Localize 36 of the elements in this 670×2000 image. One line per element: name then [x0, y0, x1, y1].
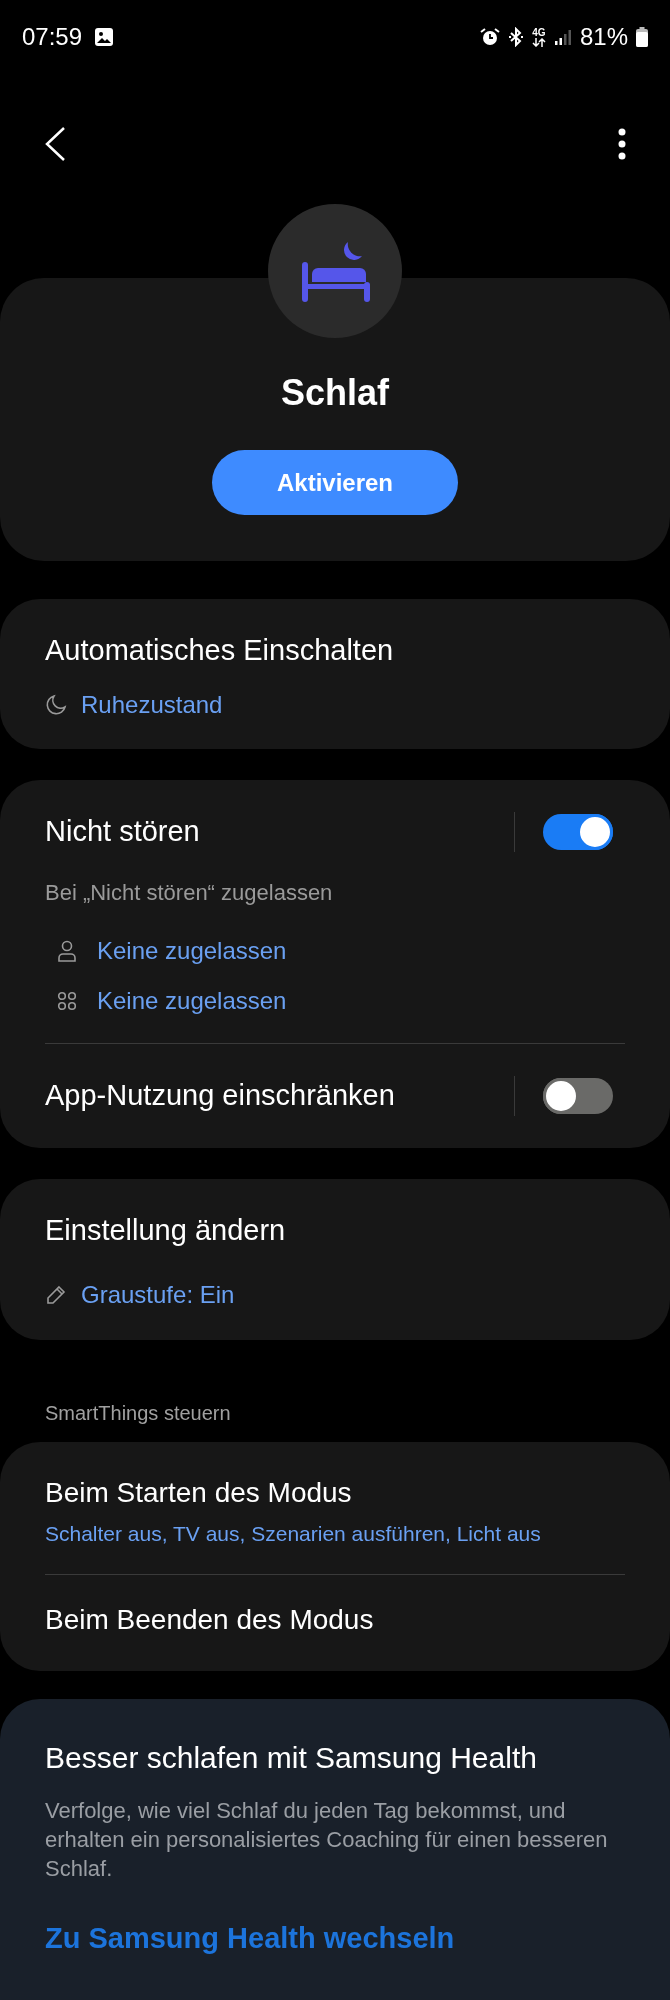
auto-on-title: Automatisches Einschalten [45, 633, 395, 668]
image-icon [94, 27, 115, 47]
data-arrows-icon [531, 37, 546, 47]
toggle-switch[interactable] [543, 1078, 613, 1114]
battery-percent: 81% [579, 22, 628, 52]
mode-title: Schlaf [280, 371, 389, 415]
smartthings-item-title[interactable]: Beim Starten des Modus [45, 1472, 625, 1514]
more-options-icon[interactable] [618, 128, 626, 160]
back-icon[interactable] [44, 126, 66, 162]
alarm-icon [479, 27, 500, 47]
app-usage-title: App-Nutzung einschränken [45, 1078, 395, 1114]
settings-card[interactable]: Einstellung ändern Graustufe: Ein [0, 1179, 670, 1340]
clock-time: 07:59 [22, 22, 83, 52]
allowed-link[interactable]: Keine zugelassen [97, 933, 287, 969]
apps-icon [57, 991, 77, 1011]
promo-text: Verfolge, wie viel Schlaf du jeden Tag bekommst, und erhalten ein personalisiertes Coaching für einen besseren Schlaf. [45, 1796, 609, 1883]
auto-on-card[interactable]: Automatisches Einschalten Ruhezustand [0, 599, 670, 749]
smartthings-item-detail: Schalter aus, TV aus, Szenarien ausführen, Licht aus [45, 1521, 542, 1547]
allowed-link[interactable]: Keine zugelassen [97, 983, 287, 1019]
settings-title: Einstellung ändern [45, 1213, 287, 1248]
network-type: 4G [532, 27, 546, 38]
smartthings-item-title[interactable]: Beim Beenden des Modus [45, 1598, 625, 1641]
samsung-health-link[interactable]: Zu Samsung Health wechseln [45, 1916, 625, 1960]
dnd-title: Nicht stören [45, 814, 200, 850]
promo-title: Besser schlafen mit Samsung Health [45, 1739, 538, 1776]
moon-icon [45, 693, 67, 716]
bluetooth-icon [507, 27, 524, 47]
toggle-switch[interactable] [543, 814, 613, 850]
auto-on-value: Ruhezustand [81, 689, 223, 720]
person-icon [57, 940, 77, 962]
section-header: SmartThings steuern [44, 1401, 232, 1426]
battery-icon [636, 27, 648, 47]
dnd-caption: Bei „Nicht stören“ zugelassen [45, 879, 334, 907]
signal-icon [553, 28, 572, 46]
settings-value: Graustufe: Ein [81, 1279, 235, 1310]
bed-icon [300, 240, 370, 302]
